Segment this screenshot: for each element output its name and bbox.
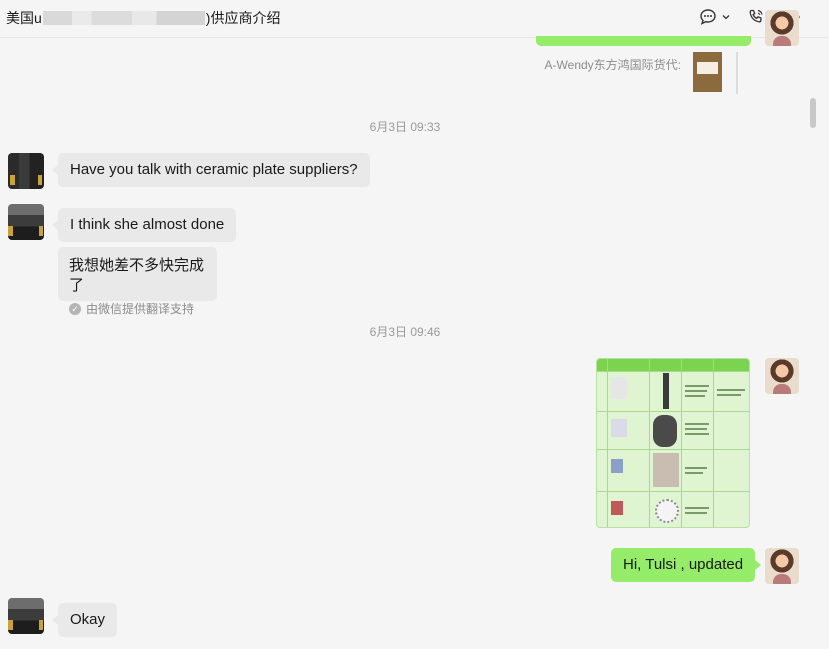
- redacted-title-segment: [42, 11, 205, 25]
- contact-avatar[interactable]: [8, 204, 44, 240]
- sheet-cell-image: [653, 453, 679, 487]
- chat-messages[interactable]: A-Wendy东方鸿国际货代: 6月3日 09:33 Have you talk…: [0, 10, 816, 649]
- previous-outgoing-bubble: [536, 36, 751, 46]
- sheet-cell-text: [685, 390, 707, 392]
- spreadsheet-image[interactable]: [596, 358, 750, 528]
- sheet-cell-image: [611, 459, 623, 473]
- chevron-down-icon[interactable]: [720, 7, 732, 27]
- sheet-cell-text: [685, 395, 705, 397]
- sheet-gridline: [649, 359, 650, 527]
- sheet-cell-image: [663, 373, 669, 409]
- my-avatar[interactable]: [765, 548, 799, 584]
- sheet-gridline: [597, 491, 749, 492]
- sheet-gridline: [713, 359, 714, 527]
- sheet-cell-image: [655, 499, 679, 523]
- contact-avatar[interactable]: [8, 153, 44, 189]
- chat-bubble-icon[interactable]: [698, 7, 718, 27]
- phone-icon[interactable]: [746, 7, 766, 27]
- sheet-cell-text: [717, 394, 741, 396]
- contact-avatar[interactable]: [8, 598, 44, 634]
- sheet-gridline: [597, 371, 749, 372]
- chat-title-suffix: )供应商介绍: [205, 10, 281, 26]
- sheet-header-row: [597, 359, 749, 371]
- message-bubble[interactable]: I think she almost done: [51, 208, 237, 242]
- sheet-cell-text: [685, 507, 709, 509]
- quoted-sender-label: A-Wendy东方鸿国际货代:: [544, 58, 681, 72]
- quoted-image-thumbnail[interactable]: [693, 52, 722, 92]
- sheet-cell-text: [685, 385, 709, 387]
- sheet-cell-text: [685, 472, 703, 474]
- sheet-cell-text: [685, 428, 707, 430]
- quoted-message[interactable]: A-Wendy东方鸿国际货代:: [545, 52, 738, 94]
- translation-note-text: 由微信提供翻译支持: [86, 302, 195, 316]
- sheet-gridline: [607, 359, 608, 527]
- sheet-gridline: [681, 359, 682, 527]
- translation-note: ✓ 由微信提供翻译支持: [69, 300, 206, 317]
- check-icon: ✓: [69, 302, 81, 315]
- message-bubble[interactable]: Have you talk with ceramic plate supplie…: [52, 153, 370, 187]
- timestamp: 6月3日 09:46: [369, 325, 441, 339]
- chat-title-prefix: 美国u: [6, 10, 42, 26]
- sheet-cell-image: [611, 501, 623, 515]
- sheet-gridline: [597, 411, 749, 412]
- message-bubble[interactable]: Okay: [51, 603, 118, 637]
- sheet-cell-text: [717, 389, 745, 391]
- sheet-gridline: [597, 449, 749, 450]
- sheet-cell-text: [685, 433, 709, 435]
- my-avatar[interactable]: [765, 358, 799, 394]
- sheet-cell-text: [685, 423, 709, 425]
- scrollbar[interactable]: [810, 98, 816, 128]
- chat-header: 美国u )供应商介绍: [0, 0, 829, 38]
- message-bubble[interactable]: Hi, Tulsi , updated: [611, 548, 762, 582]
- timestamp: 6月3日 09:33: [369, 120, 441, 134]
- chat-title: 美国u )供应商介绍: [6, 8, 280, 28]
- sheet-cell-text: [685, 467, 707, 469]
- sheet-cell-image: [653, 415, 677, 447]
- sheet-cell-text: [685, 512, 707, 514]
- translation-card[interactable]: 我想她差不多快完成了 ✓ 由微信提供翻译支持: [58, 247, 217, 316]
- my-avatar[interactable]: [765, 10, 799, 46]
- sheet-cell-image: [611, 419, 627, 437]
- translation-text: 我想她差不多快完成了: [69, 257, 205, 294]
- sheet-cell-image: [611, 377, 627, 399]
